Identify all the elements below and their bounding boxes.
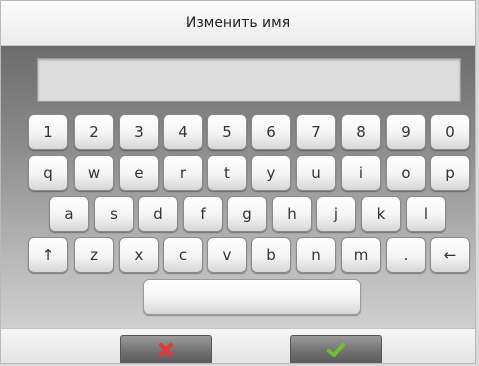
key-h[interactable]: h (272, 196, 312, 232)
key-o[interactable]: o (386, 155, 426, 191)
key-row-digits: 1 2 3 4 5 6 7 8 9 0 (1, 114, 475, 150)
backspace-key[interactable]: ← (430, 237, 470, 273)
key-u[interactable]: u (296, 155, 336, 191)
green-check-icon (327, 343, 345, 357)
key-k[interactable]: k (361, 196, 401, 232)
key-j[interactable]: j (316, 196, 356, 232)
key-r[interactable]: r (163, 155, 203, 191)
key-5[interactable]: 5 (207, 114, 247, 150)
bottom-bar (1, 328, 475, 363)
key-a[interactable]: a (49, 196, 89, 232)
key-e[interactable]: e (119, 155, 159, 191)
key-m[interactable]: m (341, 237, 381, 273)
key-6[interactable]: 6 (251, 114, 291, 150)
key-b[interactable]: b (251, 237, 291, 273)
key-8[interactable]: 8 (341, 114, 381, 150)
key-1[interactable]: 1 (28, 114, 68, 150)
key-s[interactable]: s (94, 196, 134, 232)
key-3[interactable]: 3 (119, 114, 159, 150)
key-n[interactable]: n (296, 237, 336, 273)
key-row-asdf: a s d f g h j k l (1, 196, 475, 232)
key-period[interactable]: . (386, 237, 426, 273)
dialog-title: Изменить имя (185, 15, 291, 31)
cancel-button[interactable] (120, 335, 212, 363)
key-q[interactable]: q (28, 155, 68, 191)
key-row-qwerty: q w e r t y u i o p (1, 155, 475, 191)
key-z[interactable]: z (74, 237, 114, 273)
key-x[interactable]: x (119, 237, 159, 273)
key-w[interactable]: w (74, 155, 114, 191)
red-x-icon (159, 343, 173, 357)
key-c[interactable]: c (163, 237, 203, 273)
key-t[interactable]: t (207, 155, 247, 191)
keyboard-area: 1 2 3 4 5 6 7 8 9 0 q w e r t y u i o p … (1, 46, 475, 328)
key-i[interactable]: i (341, 155, 381, 191)
key-v[interactable]: v (207, 237, 247, 273)
name-input[interactable] (37, 58, 461, 102)
key-0[interactable]: 0 (430, 114, 470, 150)
key-7[interactable]: 7 (296, 114, 336, 150)
key-f[interactable]: f (183, 196, 223, 232)
key-d[interactable]: d (138, 196, 178, 232)
key-9[interactable]: 9 (386, 114, 426, 150)
title-bar: Изменить имя (1, 1, 475, 46)
key-p[interactable]: p (430, 155, 470, 191)
key-4[interactable]: 4 (163, 114, 203, 150)
key-row-zxcv: ↑ z x c v b n m . ← (1, 237, 475, 273)
key-l[interactable]: l (406, 196, 446, 232)
key-y[interactable]: y (251, 155, 291, 191)
confirm-button[interactable] (290, 335, 382, 363)
rename-dialog: Изменить имя 1 2 3 4 5 6 7 8 9 0 q w e r… (0, 0, 476, 364)
space-key[interactable] (143, 279, 361, 315)
shift-key[interactable]: ↑ (28, 237, 68, 273)
key-2[interactable]: 2 (74, 114, 114, 150)
key-g[interactable]: g (227, 196, 267, 232)
